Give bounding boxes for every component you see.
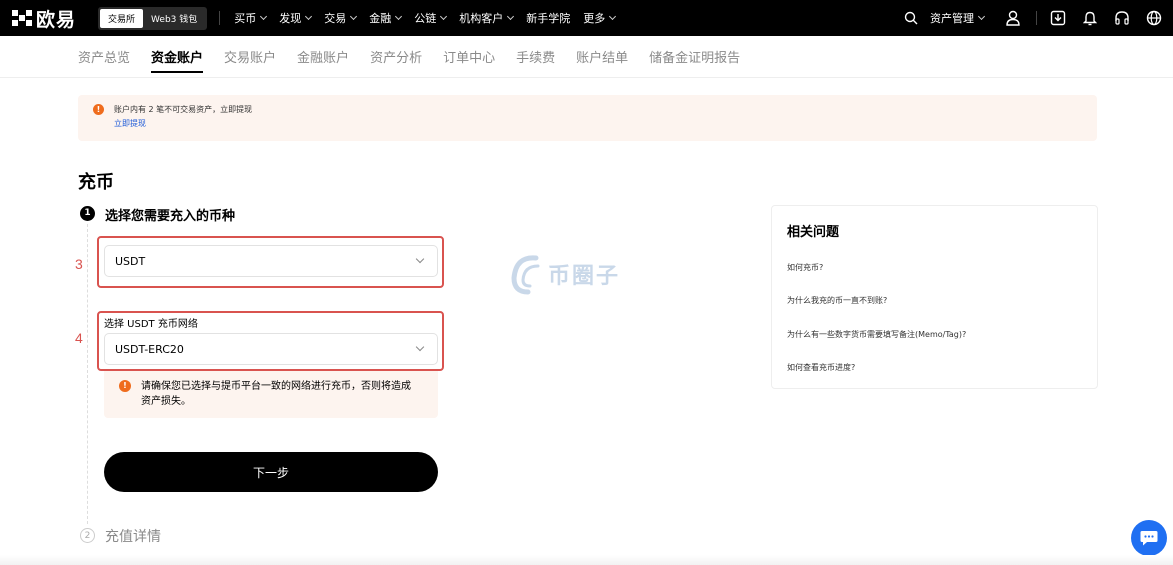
user-icon[interactable] <box>1002 7 1024 29</box>
tab-financial-account[interactable]: 金融账户 <box>297 36 349 78</box>
tab-fees[interactable]: 手续费 <box>516 36 555 78</box>
warning-icon: ! <box>119 380 131 392</box>
watermark: 币圈子 <box>510 252 620 296</box>
chevron-down-icon <box>415 342 425 352</box>
chevron-down-icon <box>395 12 403 21</box>
top-nav: 欧易 交易所 Web3 钱包 买币 发现 交易 金融 公链 机构客户 新手学院 … <box>0 0 1173 36</box>
mode-web3-wallet[interactable]: Web3 钱包 <box>143 9 205 28</box>
nav-divider <box>1036 11 1037 25</box>
chat-icon <box>1140 531 1158 546</box>
nav-divider <box>219 11 221 25</box>
faq-link[interactable]: 如何查看充币进度? <box>787 362 855 373</box>
faq-card: 相关问题 如何充币? 为什么我充的币一直不到账? 为什么有一些数字货币需要填写备… <box>771 205 1098 389</box>
chevron-down-icon <box>440 12 448 21</box>
nav-institutional[interactable]: 机构客户 <box>459 10 515 26</box>
coin-select[interactable]: USDT <box>104 245 438 277</box>
mode-exchange[interactable]: 交易所 <box>100 8 144 28</box>
mode-switch: 交易所 Web3 钱包 <box>98 6 208 30</box>
next-step-button[interactable]: 下一步 <box>104 452 438 492</box>
alert-text: 账户内有 2 笔不可交易资产，立即提现 <box>114 105 253 114</box>
nav-trade[interactable]: 交易 <box>324 10 358 26</box>
tab-asset-overview[interactable]: 资产总览 <box>78 36 130 78</box>
warning-text: 请确保您已选择与提币平台一致的网络进行充币，否则将造成资产损失。 <box>141 381 411 407</box>
chevron-down-icon <box>305 12 313 21</box>
headset-icon[interactable] <box>1111 7 1133 29</box>
watermark-text: 币圈子 <box>548 264 621 289</box>
faq-link[interactable]: 为什么有一些数字货币需要填写备注(Memo/Tag)? <box>787 329 966 340</box>
nav-academy[interactable]: 新手学院 <box>526 10 570 26</box>
nav-public-chain[interactable]: 公链 <box>414 10 448 26</box>
tab-proof-of-reserves[interactable]: 储备金证明报告 <box>649 36 740 78</box>
nav-more[interactable]: 更多 <box>583 10 617 26</box>
chevron-down-icon <box>415 254 425 264</box>
step-2-indicator: 2 <box>80 528 95 543</box>
nav-label: 机构客户 <box>459 12 504 25</box>
logo-text: 欧易 <box>36 8 77 31</box>
tab-asset-analysis[interactable]: 资产分析 <box>370 36 422 78</box>
step-2-label: 充值详情 <box>105 529 161 545</box>
search-icon[interactable] <box>900 7 922 29</box>
faq-link[interactable]: 如何充币? <box>787 262 823 273</box>
account-tabs: 资产总览 资金账户 交易账户 金融账户 资产分析 订单中心 手续费 账户结单 储… <box>0 36 1173 78</box>
tab-funding-account[interactable]: 资金账户 <box>151 36 204 78</box>
tab-trading-account[interactable]: 交易账户 <box>224 36 276 78</box>
nav-label: 新手学院 <box>526 12 571 25</box>
watermark-logo-icon <box>511 255 540 295</box>
okx-logo-icon <box>12 10 32 26</box>
faq-link[interactable]: 为什么我充的币一直不到账? <box>787 295 887 306</box>
nav-label: 交易 <box>324 12 347 25</box>
nav-buy-crypto[interactable]: 买币 <box>234 10 268 26</box>
globe-icon[interactable] <box>1143 7 1165 29</box>
support-chat-button[interactable] <box>1131 520 1167 556</box>
download-icon[interactable] <box>1047 7 1069 29</box>
nav-label: 买币 <box>234 12 257 25</box>
nav-asset-management[interactable]: 资产管理 <box>930 10 986 26</box>
nav-label: 资产管理 <box>930 12 974 25</box>
withdraw-now-link[interactable]: 立即提现 <box>114 118 146 129</box>
step-connector <box>87 224 88 524</box>
logo[interactable]: 欧易 <box>12 5 76 32</box>
bell-icon[interactable] <box>1079 7 1101 29</box>
chevron-down-icon <box>350 12 358 21</box>
network-label: 选择 USDT 充币网络 <box>104 319 198 330</box>
annotation-number-3: 3 <box>75 256 83 272</box>
page-title: 充币 <box>78 172 114 193</box>
chevron-down-icon <box>507 12 515 21</box>
nav-label: 金融 <box>369 12 392 25</box>
nav-right: 资产管理 <box>890 0 1165 36</box>
chevron-down-icon <box>609 12 617 21</box>
nav-finance[interactable]: 金融 <box>369 10 403 26</box>
chevron-down-icon <box>260 12 268 21</box>
step-1-label: 选择您需要充入的币种 <box>105 209 236 224</box>
nav-label: 公链 <box>414 12 437 25</box>
step-1-indicator: 1 <box>80 206 95 221</box>
annotation-number-4: 4 <box>75 330 83 346</box>
tab-account-statement[interactable]: 账户结单 <box>576 36 628 78</box>
nav-discover[interactable]: 发现 <box>279 10 313 26</box>
tab-order-center[interactable]: 订单中心 <box>443 36 495 78</box>
coin-select-value: USDT <box>115 255 146 268</box>
nav-label: 更多 <box>583 12 606 25</box>
alert-banner: ! 账户内有 2 笔不可交易资产，立即提现 立即提现 <box>78 95 1097 141</box>
bottom-edge <box>0 555 1173 565</box>
chevron-down-icon <box>977 12 986 21</box>
network-select-value: USDT-ERC20 <box>115 343 184 356</box>
alert-icon: ! <box>93 104 104 115</box>
nav-label: 发现 <box>279 12 302 25</box>
network-select[interactable]: USDT-ERC20 <box>104 333 438 365</box>
network-warning: ! 请确保您已选择与提币平台一致的网络进行充币，否则将造成资产损失。 <box>104 371 438 418</box>
faq-title: 相关问题 <box>787 225 840 240</box>
